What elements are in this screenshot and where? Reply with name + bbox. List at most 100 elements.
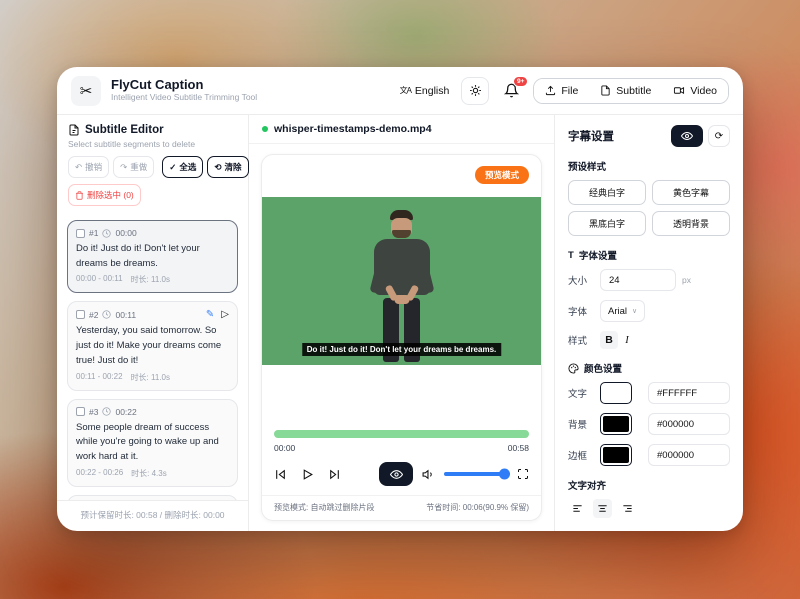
subtitle-segment[interactable]: #4 00:26 Nothing is impossible. 00:26 - … [67, 495, 238, 500]
chevron-down-icon: ∨ [632, 307, 637, 315]
export-button-group: File Subtitle Video [533, 78, 729, 104]
subtitle-visibility-button[interactable] [671, 125, 703, 147]
select-all-button[interactable]: ✓ 全选 [162, 156, 203, 178]
clear-button[interactable]: ⟲ 清除 [207, 156, 248, 178]
eye-icon [390, 468, 403, 481]
segment-text: Some people dream of success while you'r… [76, 421, 229, 465]
play-button[interactable] [301, 468, 314, 481]
volume-slider[interactable] [444, 472, 508, 476]
size-unit: px [682, 275, 691, 285]
preset-yellow-subtitle[interactable]: 黄色字幕 [652, 180, 730, 205]
file-button[interactable]: File [534, 79, 589, 103]
text-color-input[interactable] [648, 382, 730, 404]
preview-mode-badge: 预览模式 [475, 166, 529, 184]
app-logo: ✂ [71, 76, 101, 106]
subtitle-overlay: Do it! Just do it! Don't let your dreams… [302, 343, 501, 356]
align-right-button[interactable] [618, 499, 637, 518]
duration-summary: 预计保留时长: 00:58 / 删除时长: 00:00 [57, 500, 248, 531]
preset-classic-white[interactable]: 经典白字 [568, 180, 646, 205]
language-icon: 文A [400, 85, 411, 96]
align-center-button[interactable] [593, 499, 612, 518]
font-section-icon: T [568, 250, 574, 261]
preview-toggle-button[interactable] [379, 462, 413, 486]
notifications-button[interactable]: 9+ [501, 81, 521, 101]
bg-color-swatch[interactable] [600, 413, 632, 435]
document-icon [600, 85, 611, 96]
fullscreen-icon[interactable] [517, 468, 529, 480]
palette-icon [568, 363, 579, 374]
bold-button[interactable]: B [600, 331, 618, 349]
video-person [370, 210, 434, 362]
font-size-input[interactable] [600, 269, 676, 291]
segment-time-range: 00:11 - 00:22 [76, 372, 123, 383]
subtitle-segment[interactable]: #2 00:11 ✎ ▷ Yesterday, you said tomorro… [67, 301, 238, 390]
font-family-select[interactable]: Arial ∨ [600, 300, 645, 322]
segment-time-range: 00:00 - 00:11 [76, 274, 123, 285]
reset-icon: ⟳ [715, 131, 723, 142]
subtitle-segment[interactable]: #3 00:22 Some people dream of success wh… [67, 399, 238, 487]
segment-checkbox[interactable] [76, 407, 85, 416]
border-color-swatch[interactable] [600, 444, 632, 466]
app-header: ✂ FlyCut Caption Intelligent Video Subti… [57, 67, 743, 115]
segment-id: #2 [89, 310, 98, 320]
video-frame[interactable]: Do it! Just do it! Don't let your dreams… [262, 197, 541, 365]
subtitle-settings-panel: 字幕设置 ⟳ 预设样式 经典白字 黄色字幕 黑底白字 透明背景 [555, 115, 743, 531]
segment-start-time: 00:00 [115, 228, 136, 238]
segment-time-range: 00:22 - 00:26 [76, 468, 123, 479]
segment-duration: 时长: 11.0s [131, 274, 170, 285]
language-switcher[interactable]: 文A English [400, 85, 450, 97]
clock-icon [102, 407, 111, 416]
sun-icon [469, 84, 482, 97]
redo-icon: ↷ [120, 162, 127, 173]
video-camera-icon [673, 85, 685, 96]
delete-selected-button[interactable]: 删除选中 (0) [68, 184, 141, 206]
subtitle-list: #1 00:00 Do it! Just do it! Don't let yo… [57, 216, 248, 500]
clear-icon: ⟲ [214, 162, 221, 173]
preset-white-on-black[interactable]: 黑底白字 [568, 211, 646, 236]
check-icon: ✓ [169, 162, 176, 173]
volume-icon[interactable] [422, 468, 435, 481]
italic-button[interactable]: I [618, 331, 636, 349]
subtitle-editor-panel: Subtitle Editor Select subtitle segments… [57, 115, 249, 531]
segment-text: Do it! Just do it! Don't let your dreams… [76, 242, 229, 271]
clock-icon [102, 310, 111, 319]
bg-color-input[interactable] [648, 413, 730, 435]
segment-play-icon[interactable]: ▷ [221, 309, 229, 320]
upload-icon [545, 85, 556, 96]
subtitle-button[interactable]: Subtitle [589, 79, 662, 103]
segment-id: #1 [89, 228, 98, 238]
segment-text: Yesterday, you said tomorrow. So just do… [76, 324, 229, 368]
segment-start-time: 00:22 [115, 407, 136, 417]
video-player-card: 预览模式 Do it! Just do it! [261, 154, 542, 521]
redo-button[interactable]: ↷ 重做 [113, 156, 154, 178]
total-time: 00:58 [508, 443, 529, 453]
notification-badge: 9+ [513, 76, 528, 87]
reset-style-button[interactable]: ⟳ [708, 125, 730, 147]
settings-title: 字幕设置 [568, 128, 614, 144]
progress-bar[interactable] [274, 430, 529, 438]
segment-checkbox[interactable] [76, 310, 85, 319]
segment-checkbox[interactable] [76, 229, 85, 238]
undo-button[interactable]: ↶ 撤销 [68, 156, 109, 178]
skip-back-button[interactable] [274, 468, 287, 481]
border-color-input[interactable] [648, 444, 730, 466]
preset-transparent-bg[interactable]: 透明背景 [652, 211, 730, 236]
bg-color-label: 背景 [568, 417, 600, 431]
undo-icon: ↶ [75, 162, 82, 173]
text-color-swatch[interactable] [600, 382, 632, 404]
trash-icon [75, 191, 84, 200]
subtitle-segment[interactable]: #1 00:00 Do it! Just do it! Don't let yo… [67, 220, 238, 293]
segment-start-time: 00:11 [115, 310, 136, 320]
video-button[interactable]: Video [662, 79, 728, 103]
align-left-button[interactable] [568, 499, 587, 518]
font-section-label: 字体设置 [579, 248, 617, 262]
preview-mode-info: 预览模式: 自动跳过删除片段 [274, 502, 374, 513]
skip-forward-button[interactable] [328, 468, 341, 481]
align-section-label: 文字对齐 [568, 478, 730, 492]
video-panel: whisper-timestamps-demo.mp4 预览模式 [249, 115, 555, 531]
app-subtitle: Intelligent Video Subtitle Trimming Tool [111, 93, 257, 103]
edit-pencil-icon[interactable]: ✎ [206, 309, 214, 320]
theme-toggle-button[interactable] [461, 77, 489, 105]
panel-title: Subtitle Editor [85, 124, 164, 136]
file-status-dot [262, 126, 268, 132]
